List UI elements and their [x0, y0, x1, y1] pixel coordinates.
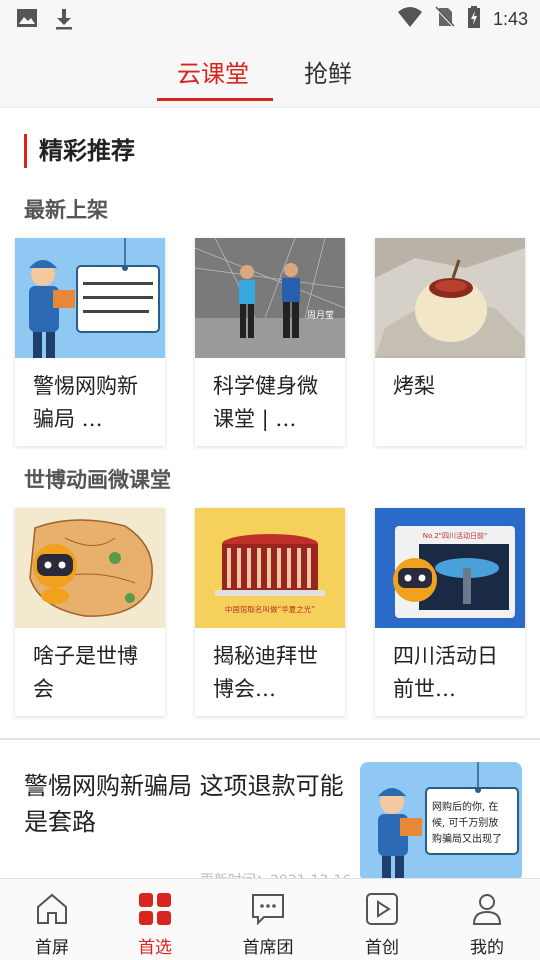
download-icon [54, 8, 74, 34]
top-tabs: 云课堂 抢鲜 [0, 36, 540, 106]
card-thumbnail-map [15, 508, 165, 628]
course-card[interactable]: 警惕网购新骗局 … [15, 238, 165, 446]
battery-icon [467, 6, 481, 32]
card-title: 啥子是世博会 [33, 644, 138, 701]
group-title-expo: 世博动画微课堂 [24, 467, 171, 492]
video-icon [337, 889, 427, 929]
main-content[interactable]: 精彩推荐 最新上架 警惕网购新骗局 … 周月莹 科学健身微课堂 | … 烤梨 世… [0, 108, 540, 878]
card-title: 烤梨 [375, 358, 525, 446]
status-time: 1:43 [492, 8, 528, 29]
article-headline: 警惕网购新骗局 这项退款可能是套路 [24, 772, 344, 836]
section-title: 精彩推荐 [24, 134, 135, 168]
home-icon [7, 889, 97, 929]
card-thumbnail-sichuan: No.2"四川活动日前" [375, 508, 525, 628]
chat-icon [223, 889, 313, 929]
person-icon [442, 889, 532, 929]
sichuan-caption: No.2"四川活动日前" [423, 531, 488, 540]
nav-item-mine[interactable]: 我的 [442, 889, 532, 958]
nav-item-chief[interactable]: 首席团 [223, 889, 313, 958]
wifi-icon [397, 6, 423, 32]
nav-label: 首创 [365, 938, 399, 958]
article-time: 更新时间：2021-12-16 [200, 870, 351, 878]
grid-icon [110, 889, 200, 929]
bubble-line-1: 网购后的你, 在 [432, 800, 498, 813]
card-title: 科学健身微课堂 | … [213, 374, 318, 431]
article-thumbnail: 网购后的你, 在 候, 可千万别放 购骗局又出现了 [360, 762, 522, 878]
nav-item-home[interactable]: 首屏 [7, 889, 97, 958]
course-card[interactable]: 中国馆取名叫做“华夏之光” 揭秘迪拜世博会… [195, 508, 345, 716]
bottom-nav: 首屏 首选 首席团 首创 我的 [0, 878, 540, 960]
section-divider [0, 738, 540, 740]
nav-label: 我的 [470, 938, 504, 958]
card-thumbnail-china-pavilion: 中国馆取名叫做“华夏之光” [195, 508, 345, 628]
course-card[interactable]: 周月莹 科学健身微课堂 | … [195, 238, 345, 446]
card-title: 四川活动日前世… [393, 644, 498, 701]
tab-fresh[interactable]: 抢鲜 [304, 54, 352, 89]
group-title-new: 最新上架 [24, 197, 108, 222]
no-sim-icon [435, 6, 455, 32]
nav-label: 首屏 [35, 938, 69, 958]
card-title: 揭秘迪拜世博会… [213, 644, 318, 701]
course-card[interactable]: No.2"四川活动日前" 四川活动日前世… [375, 508, 525, 716]
course-card[interactable]: 烤梨 [375, 238, 525, 446]
china-pavilion-caption: 中国馆取名叫做“华夏之光” [225, 604, 315, 614]
bubble-line-2: 候, 可千万别放 [432, 816, 498, 829]
active-tab-indicator [157, 98, 273, 101]
tab-cloud-class[interactable]: 云课堂 [177, 54, 249, 89]
nav-label: 首选 [138, 938, 172, 958]
card-thumbnail-pear [375, 238, 525, 358]
bubble-line-3: 购骗局又出现了 [432, 832, 502, 845]
card-thumbnail-courier [15, 238, 165, 358]
nav-item-picks[interactable]: 首选 [110, 889, 200, 958]
card-title: 警惕网购新骗局 … [33, 374, 138, 431]
status-bar: 1:43 [0, 0, 540, 36]
image-icon [16, 8, 38, 34]
article-item[interactable]: 警惕网购新骗局 这项退款可能是套路 更新时间：2021-12-16 网购后的你,… [0, 748, 540, 878]
nav-label: 首席团 [242, 938, 294, 958]
fitness-caption: 周月莹 [307, 310, 334, 321]
course-card[interactable]: 啥子是世博会 [15, 508, 165, 716]
nav-item-create[interactable]: 首创 [337, 889, 427, 958]
card-thumbnail-fitness: 周月莹 [195, 238, 345, 358]
